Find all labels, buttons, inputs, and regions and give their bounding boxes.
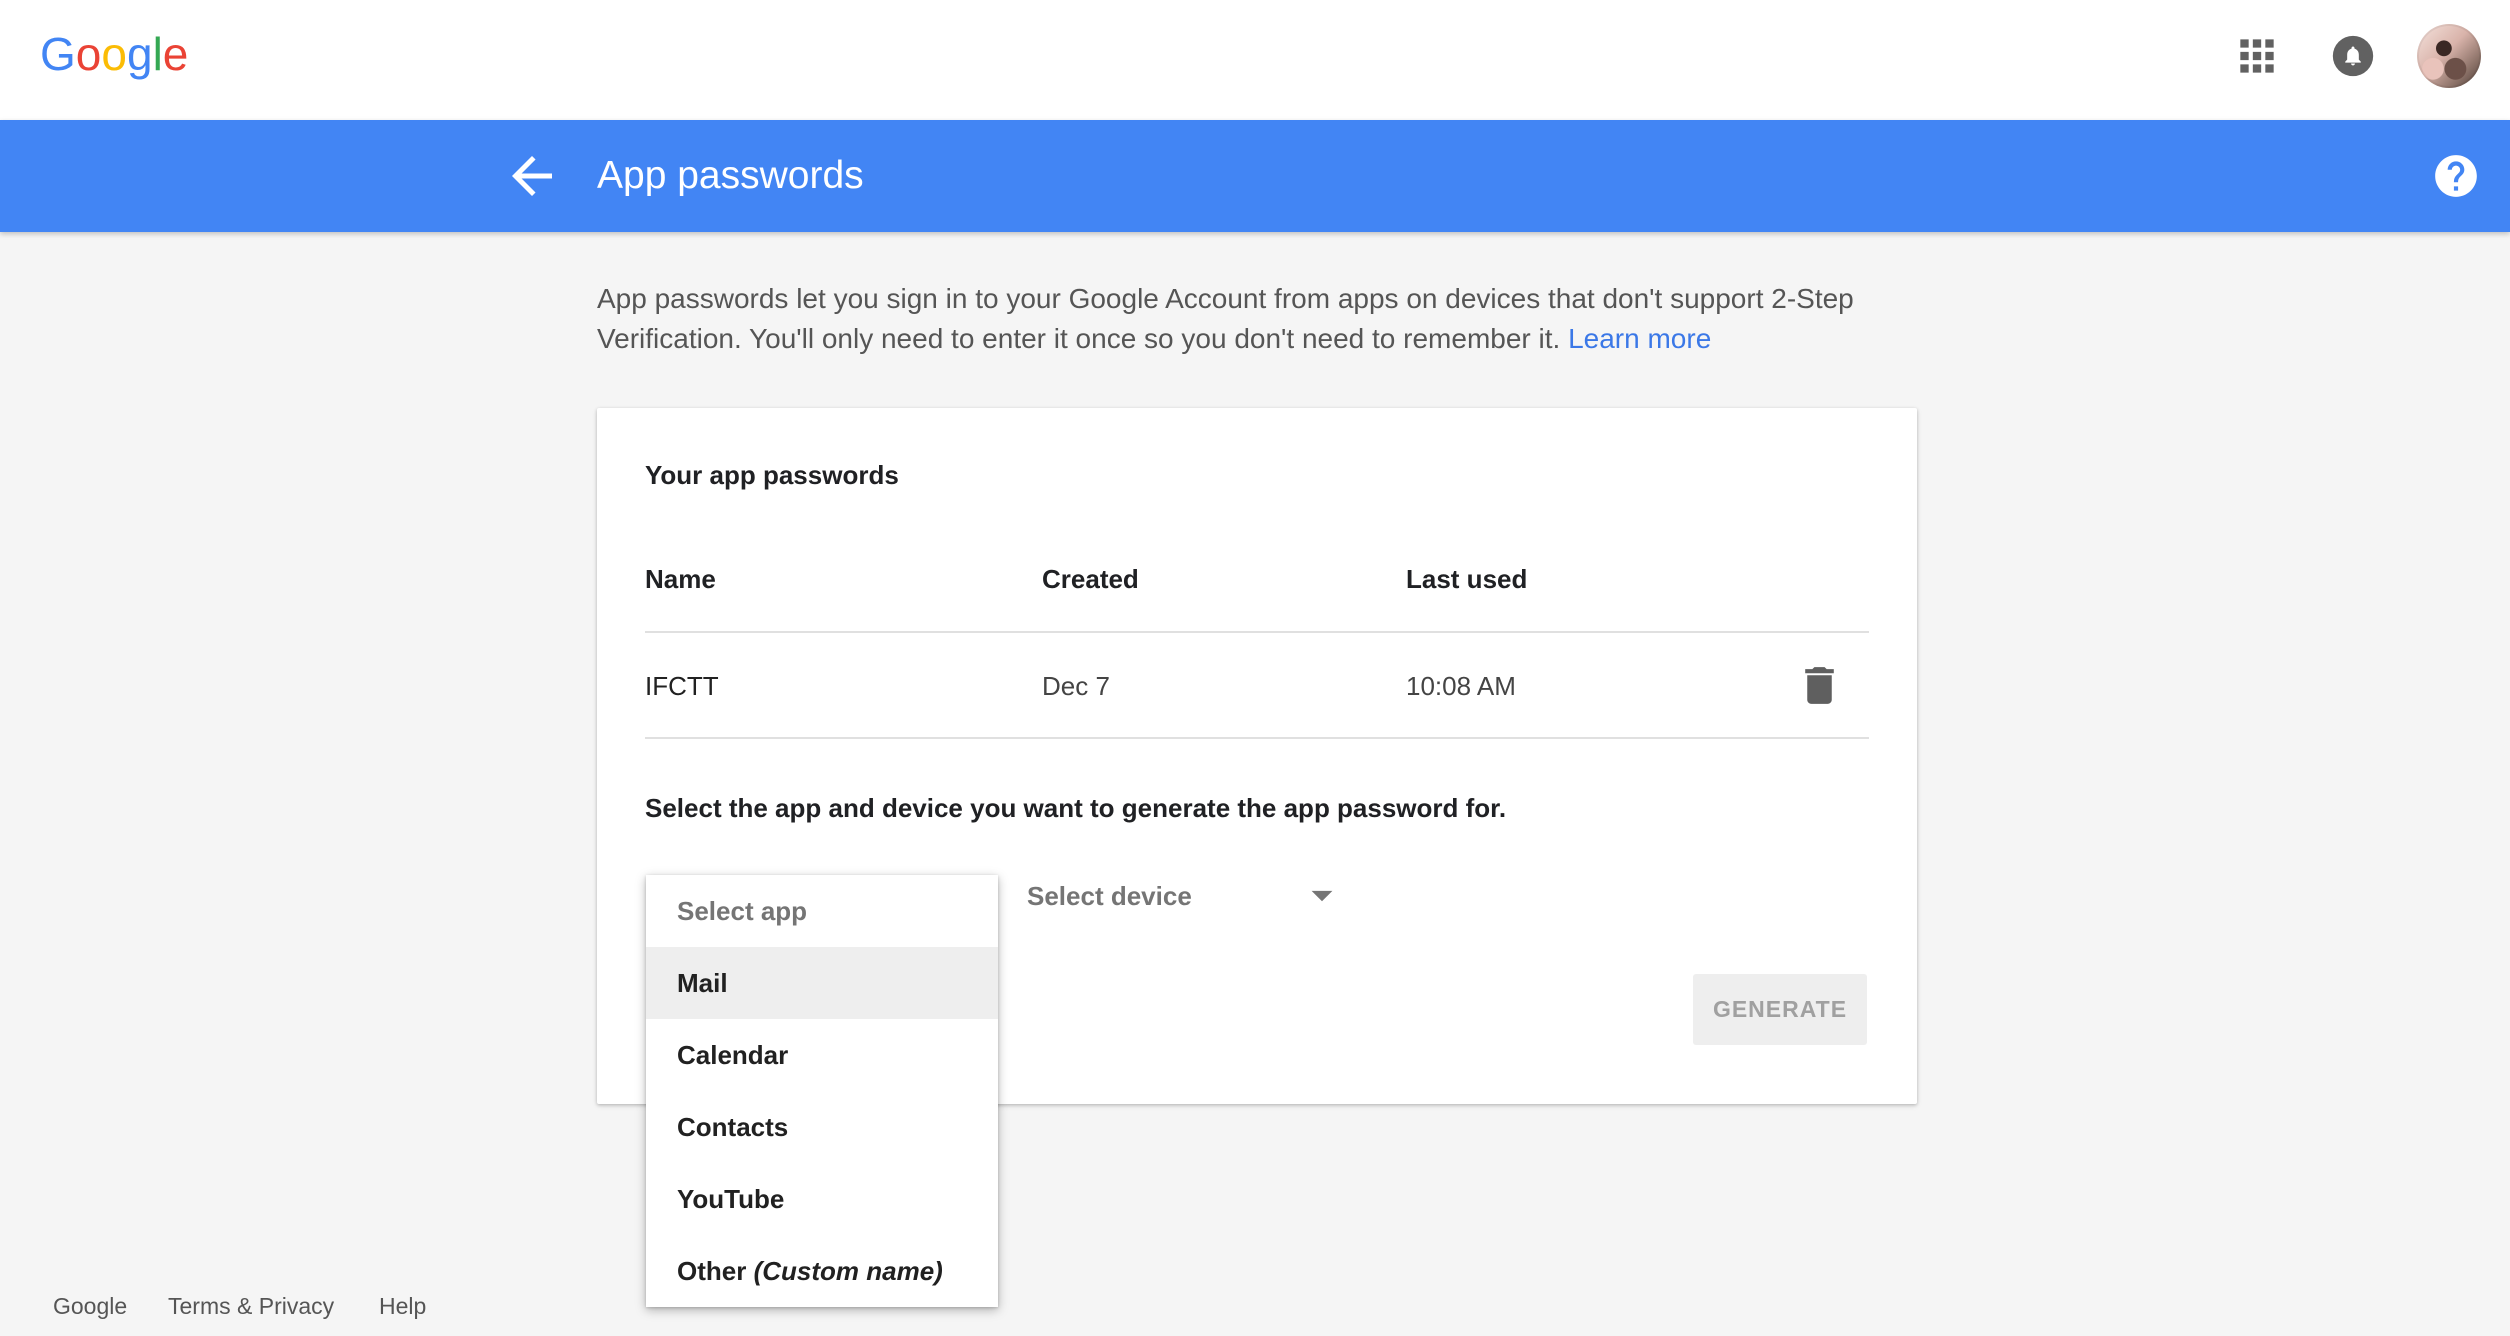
password-last-used: 10:08 AM <box>1406 671 1516 701</box>
logo-letter: G <box>40 28 76 80</box>
divider <box>645 737 1869 739</box>
menu-item-mail[interactable]: Mail <box>646 947 998 1019</box>
notifications-bell-icon[interactable] <box>2331 34 2375 78</box>
footer-link-google[interactable]: Google <box>53 1291 127 1321</box>
divider <box>645 631 1869 633</box>
top-header: Google <box>0 0 2510 120</box>
trash-icon[interactable] <box>1795 661 1844 710</box>
logo-letter: e <box>162 28 189 80</box>
select-device-dropdown[interactable]: Select device <box>1027 876 1192 916</box>
column-header-created: Created <box>1042 564 1139 594</box>
google-logo[interactable]: Google <box>40 26 188 82</box>
menu-item-label: Other <box>677 1256 747 1286</box>
column-header-name: Name <box>645 564 716 594</box>
menu-item-select-app[interactable]: Select app <box>646 875 998 947</box>
menu-item-youtube[interactable]: YouTube <box>646 1163 998 1235</box>
footer-link-help[interactable]: Help <box>379 1291 426 1321</box>
page-title: App passwords <box>597 154 864 197</box>
account-avatar[interactable] <box>2417 24 2481 88</box>
card-heading: Your app passwords <box>645 460 899 490</box>
footer-link-terms-privacy[interactable]: Terms & Privacy <box>168 1291 334 1321</box>
menu-item-other[interactable]: Other (Custom name) <box>646 1235 998 1307</box>
logo-letter: g <box>126 28 153 80</box>
intro-text: App passwords let you sign in to your Go… <box>597 279 1897 359</box>
password-name: IFCTT <box>645 671 719 701</box>
password-created: Dec 7 <box>1042 671 1110 701</box>
logo-letter: l <box>152 28 163 80</box>
column-header-last-used: Last used <box>1406 564 1528 594</box>
menu-item-calendar[interactable]: Calendar <box>646 1019 998 1091</box>
logo-letter: o <box>75 28 102 80</box>
custom-name-hint: (Custom name) <box>753 1256 943 1286</box>
apps-grid-icon[interactable] <box>2232 31 2282 81</box>
logo-letter: o <box>101 28 127 80</box>
app-passwords-card: Your app passwords Name Created Last use… <box>597 408 1917 1307</box>
select-app-menu: Select app Mail Calendar Contacts YouTub… <box>646 875 998 1307</box>
generate-prompt: Select the app and device you want to ge… <box>645 793 1507 823</box>
menu-item-contacts[interactable]: Contacts <box>646 1091 998 1163</box>
back-arrow-icon[interactable] <box>502 146 562 206</box>
dropdown-arrow-icon[interactable] <box>1297 870 1347 920</box>
help-icon[interactable] <box>2431 151 2481 201</box>
learn-more-link[interactable]: Learn more <box>1568 323 1711 354</box>
title-bar: App passwords <box>0 120 2510 232</box>
generate-button[interactable]: GENERATE <box>1693 974 1867 1045</box>
